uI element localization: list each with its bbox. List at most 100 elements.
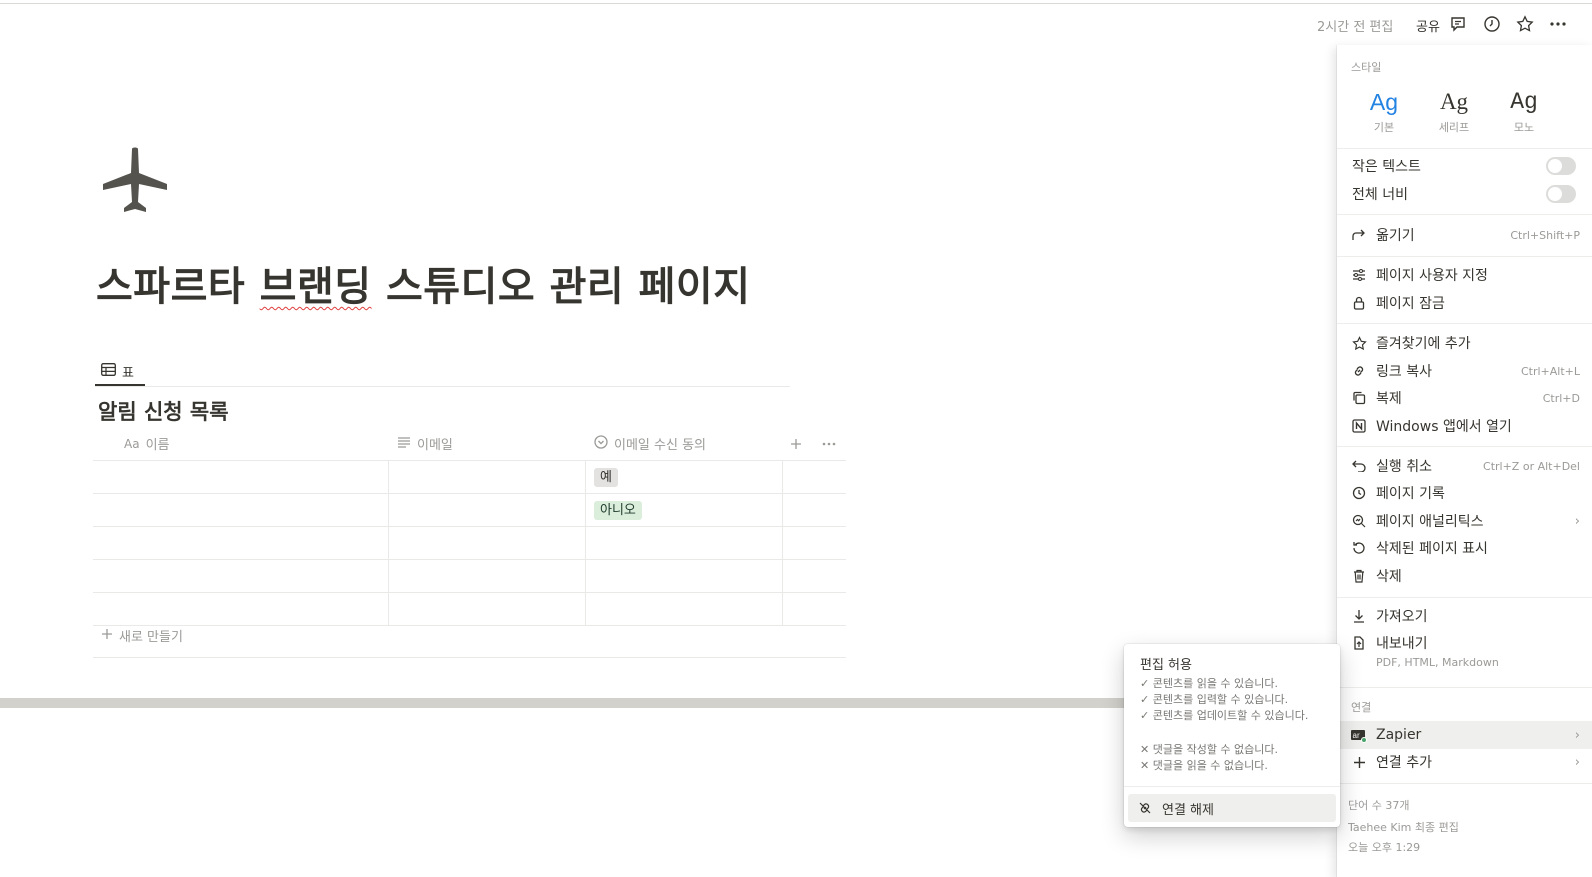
connections-label: 연결 (1351, 701, 1372, 714)
undo-icon (1350, 457, 1368, 475)
style-option-mono[interactable]: Ag 모노 (1494, 87, 1554, 135)
full-width-toggle-row[interactable]: 전체 너비 (1337, 181, 1592, 207)
unlink-icon (1138, 801, 1152, 815)
style-section-label: 스타일 (1351, 61, 1382, 74)
table-more-icon[interactable] (822, 427, 836, 460)
menu-item-favorite[interactable]: 즐겨찾기에 추가 (1337, 330, 1592, 356)
table-row[interactable]: 예 (93, 461, 846, 494)
menu-item-open-windows[interactable]: Windows 앱에서 열기 (1337, 413, 1592, 439)
menu-item-label: 페이지 잠금 (1376, 296, 1445, 312)
page-title-part: 스파르타 (96, 264, 260, 310)
consent-tag[interactable]: 아니오 (594, 501, 642, 520)
table-row[interactable] (93, 527, 846, 560)
table-bottom-border (93, 657, 846, 658)
menu-item-label: 삭제된 페이지 표시 (1376, 541, 1488, 557)
link-icon (1350, 362, 1368, 380)
menu-item-label: 페이지 애널리틱스 (1376, 514, 1484, 530)
table-icon (101, 362, 116, 380)
menu-item-export[interactable]: 내보내기 (1337, 630, 1592, 656)
menu-item-deleted-pages[interactable]: 삭제된 페이지 표시 (1337, 535, 1592, 561)
disconnect-button[interactable]: 연결 해제 (1128, 794, 1336, 822)
menu-item-label: 링크 복사 (1376, 364, 1432, 380)
column-header-name[interactable]: Aa 이름 (124, 427, 384, 460)
restore-icon (1350, 539, 1368, 557)
clock-icon[interactable] (1482, 14, 1502, 34)
table-row[interactable] (93, 560, 846, 593)
menu-item-undo[interactable]: 실행 취소 Ctrl+Z or Alt+Del (1337, 453, 1592, 479)
svg-text:ar: ar (1353, 731, 1360, 740)
trash-icon (1350, 567, 1368, 585)
word-count: 단어 수 37개 (1348, 799, 1410, 812)
disconnect-label: 연결 해제 (1162, 802, 1214, 818)
permission-text: 콘텐츠를 읽을 수 있습니다. (1152, 677, 1279, 690)
menu-item-history[interactable]: 페이지 기록 (1337, 480, 1592, 506)
menu-divider (1337, 446, 1592, 447)
column-header-label: 이름 (145, 438, 170, 453)
title-property-icon: Aa (124, 436, 140, 451)
menu-item-customize[interactable]: 페이지 사용자 지정 (1337, 262, 1592, 288)
shortcut-hint: Ctrl+Z or Alt+Del (1483, 459, 1580, 473)
menu-item-label: 즐겨찾기에 추가 (1376, 336, 1471, 352)
menu-item-analytics[interactable]: 페이지 애널리틱스 › (1337, 508, 1592, 534)
page-title[interactable]: 스파르타 브랜딩 스튜디오 관리 페이지 (96, 254, 751, 312)
permission-item: ✓ 콘텐츠를 입력할 수 있습니다. (1140, 692, 1330, 708)
share-button[interactable]: 공유 (1416, 16, 1440, 35)
database-title[interactable]: 알림 신청 목록 (98, 396, 229, 426)
table-row[interactable]: 아니오 (93, 494, 846, 527)
menu-item-label: 연결 추가 (1376, 755, 1432, 771)
text-icon (397, 436, 411, 452)
permission-text: 댓글을 작성할 수 없습니다. (1152, 743, 1279, 756)
new-row-label: 새로 만들기 (119, 630, 183, 645)
add-column-icon[interactable] (790, 427, 802, 460)
comment-icon[interactable] (1448, 14, 1468, 34)
menu-item-label: Windows 앱에서 열기 (1376, 419, 1512, 435)
style-sample: Ag (1510, 89, 1538, 115)
column-header-consent[interactable]: 이메일 수신 동의 (594, 427, 784, 460)
export-icon (1350, 634, 1368, 652)
menu-item-move[interactable]: 옮기기 Ctrl+Shift+P (1337, 222, 1592, 248)
menu-item-duplicate[interactable]: 복제 Ctrl+D (1337, 385, 1592, 411)
table-header: Aa 이름 이메일 이메일 수신 동의 (93, 427, 846, 461)
menu-item-lock[interactable]: 페이지 잠금 (1337, 290, 1592, 316)
sliders-icon (1350, 266, 1368, 284)
small-text-toggle-row[interactable]: 작은 텍스트 (1337, 153, 1592, 179)
menu-item-label: Zapier (1376, 727, 1422, 743)
menu-item-label: 페이지 기록 (1376, 486, 1445, 502)
shortcut-hint: Ctrl+Shift+P (1510, 228, 1580, 242)
small-text-toggle[interactable] (1546, 157, 1576, 175)
select-icon (594, 434, 608, 453)
view-tab-table[interactable]: 표 (95, 356, 145, 386)
permission-item: ✓ 콘텐츠를 읽을 수 있습니다. (1140, 676, 1330, 692)
menu-item-add-connection[interactable]: 연결 추가 › (1337, 749, 1592, 775)
style-option-serif[interactable]: Ag 세리프 (1424, 87, 1484, 135)
table-row[interactable] (93, 593, 846, 626)
style-option-default[interactable]: Ag 기본 (1354, 87, 1414, 135)
new-row-button[interactable]: 새로 만들기 (101, 626, 183, 645)
full-width-toggle[interactable] (1546, 185, 1576, 203)
last-edited-time: 오늘 오후 1:29 (1348, 841, 1421, 854)
more-icon[interactable] (1548, 14, 1568, 34)
consent-tag[interactable]: 예 (594, 468, 618, 487)
column-divider (782, 460, 783, 625)
airplane-icon[interactable] (101, 146, 169, 214)
shortcut-hint: Ctrl+Alt+L (1520, 364, 1580, 378)
star-icon[interactable] (1515, 14, 1535, 34)
menu-divider (1337, 256, 1592, 257)
menu-item-label: 삭제 (1376, 569, 1402, 585)
menu-item-delete[interactable]: 삭제 (1337, 563, 1592, 589)
style-caption: 세리프 (1438, 121, 1470, 134)
shortcut-hint: Ctrl+D (1542, 391, 1580, 405)
chevron-right-icon: › (1574, 727, 1580, 743)
menu-divider (1337, 214, 1592, 215)
column-divider (388, 460, 389, 625)
menu-item-copy-link[interactable]: 링크 복사 Ctrl+Alt+L (1337, 358, 1592, 384)
page-options-menu: 스타일 Ag 기본 Ag 세리프 Ag 모노 작은 텍스트 전체 너비 옮기기 … (1337, 45, 1592, 877)
toggle-label: 작은 텍스트 (1352, 159, 1421, 175)
cross-icon: ✕ (1140, 759, 1150, 772)
column-header-email[interactable]: 이메일 (397, 427, 587, 460)
plus-icon (1350, 753, 1368, 771)
menu-item-zapier[interactable]: ar Zapier › (1337, 721, 1592, 749)
view-divider (95, 386, 790, 387)
menu-item-import[interactable]: 가져오기 (1337, 603, 1592, 629)
menu-item-label: 복제 (1376, 391, 1402, 407)
